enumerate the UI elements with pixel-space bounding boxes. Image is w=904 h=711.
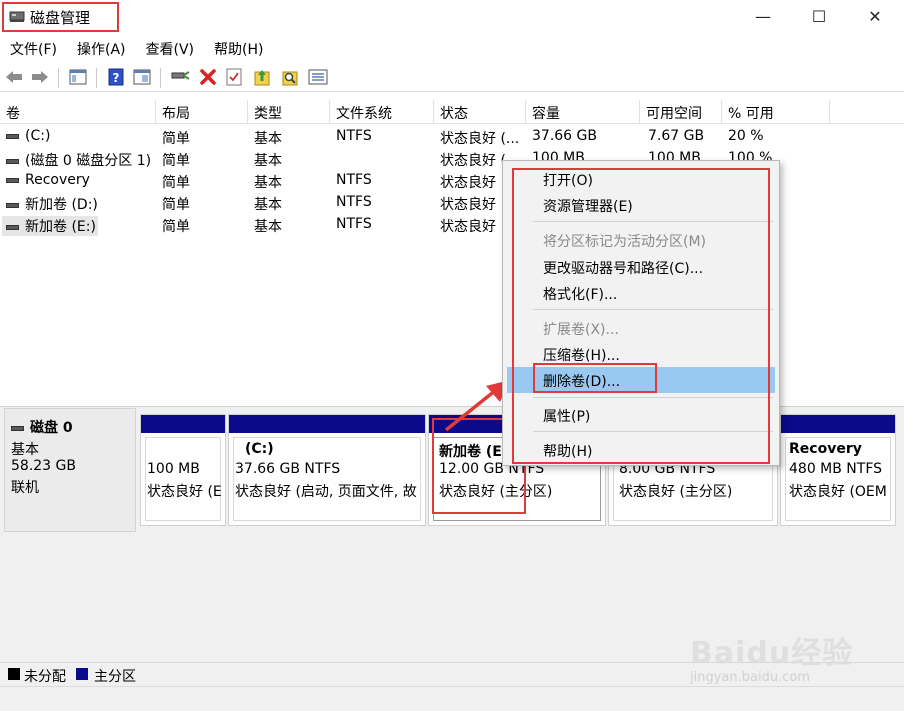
legend-swatch-unallocated: [8, 668, 20, 680]
volume-layout: 简单: [162, 219, 190, 235]
maximize-button[interactable]: ☐: [796, 0, 842, 32]
volume-filesystem: NTFS: [336, 128, 372, 144]
drive-icon: [6, 177, 19, 183]
partition-recovery[interactable]: Recovery 480 MB NTFS 状态良好 (OEM: [780, 414, 896, 526]
volume-layout: 简单: [162, 131, 190, 147]
volume-layout: 简单: [162, 175, 190, 191]
volume-name: (C:): [25, 128, 51, 144]
volume-name: Recovery: [25, 172, 90, 188]
toolbar: ?: [0, 64, 904, 92]
drive-icon: [6, 224, 19, 230]
partition-title: Recovery: [789, 441, 862, 457]
disk-name: 磁盘 0: [30, 420, 73, 436]
delete-volume-highlight-box: [533, 363, 657, 393]
drive-icon: [6, 158, 19, 164]
menu-file[interactable]: 文件(F): [0, 36, 67, 60]
menu-bar: 文件(F) 操作(A) 查看(V) 帮助(H): [0, 36, 273, 60]
column-header-percent-free[interactable]: % 可用: [722, 100, 830, 124]
volume-list-header: 卷 布局 类型 文件系统 状态 容量 可用空间 % 可用: [0, 100, 904, 124]
volume-layout: 简单: [162, 153, 190, 169]
partition-status: 状态良好 (OEM: [789, 484, 887, 500]
volume-type: 基本: [254, 153, 282, 169]
volume-type: 基本: [254, 219, 282, 235]
volume-free-space: 7.67 GB: [648, 128, 705, 144]
volume-filesystem: NTFS: [336, 172, 372, 188]
status-bar: [0, 686, 904, 711]
partition-title: (C:): [245, 441, 274, 457]
drive-icon: [6, 202, 19, 208]
watermark-brand: Baidu经验: [690, 636, 854, 671]
properties-icon[interactable]: [132, 67, 152, 87]
legend-label-primary: 主分区: [94, 669, 136, 685]
disk-icon: [11, 425, 24, 431]
column-header-status[interactable]: 状态: [434, 100, 526, 124]
disk-size: 58.23 GB: [11, 458, 76, 474]
partition-bar: [229, 415, 425, 433]
delete-icon[interactable]: [198, 67, 218, 87]
partition-size: 480 MB NTFS: [789, 461, 883, 477]
column-header-free-space[interactable]: 可用空间: [640, 100, 722, 124]
watermark-url: jingyan.baidu.com: [690, 670, 810, 685]
close-button[interactable]: ✕: [852, 0, 898, 32]
disk-type: 基本: [11, 442, 39, 458]
partition-bar: [781, 415, 895, 433]
volume-type: 基本: [254, 175, 282, 191]
partition-size: 100 MB: [147, 461, 200, 477]
search-icon[interactable]: [280, 67, 300, 87]
volume-percent-free: 20 %: [728, 128, 764, 144]
partition-c[interactable]: (C:) 37.66 GB NTFS 状态良好 (启动, 页面文件, 故: [228, 414, 426, 526]
toolbar-separator: [58, 68, 59, 88]
volume-filesystem: NTFS: [336, 216, 372, 232]
minimize-button[interactable]: —: [740, 0, 786, 32]
column-header-volume[interactable]: 卷: [0, 100, 156, 124]
volume-type: 基本: [254, 197, 282, 213]
upload-icon[interactable]: [252, 67, 272, 87]
title-bar: 磁盘管理 — ☐ ✕: [0, 0, 904, 34]
partition-size: 37.66 GB NTFS: [235, 461, 341, 477]
disk-0-label[interactable]: 磁盘 0 基本 58.23 GB 联机: [4, 408, 136, 532]
legend-swatch-primary: [76, 668, 88, 680]
column-header-capacity[interactable]: 容量: [526, 100, 640, 124]
console-tree-icon[interactable]: [68, 67, 88, 87]
partition-status: 状态良好 (启动, 页面文件, 故: [235, 484, 417, 500]
partition-bar: [141, 415, 225, 433]
svg-text:?: ?: [113, 71, 120, 85]
context-menu-highlight-box: [512, 168, 770, 464]
legend-label-unallocated: 未分配: [24, 669, 66, 685]
partition-status: 状态良好 (主分区): [619, 484, 733, 500]
forward-arrow-icon[interactable]: [30, 67, 50, 87]
help-icon[interactable]: ?: [106, 67, 126, 87]
partition-status: 状态良好 (E: [147, 484, 222, 500]
toolbar-separator: [160, 68, 161, 88]
table-row[interactable]: (C:) 简单 基本 NTFS 状态良好 (... 37.66 GB 7.67 …: [0, 126, 904, 148]
volume-capacity: 37.66 GB: [532, 128, 597, 144]
list-icon[interactable]: [308, 67, 328, 87]
menu-view[interactable]: 查看(V): [136, 36, 205, 60]
volume-name: 新加卷 (E:): [25, 219, 96, 235]
volume-name: 新加卷 (D:): [25, 197, 98, 213]
partition-system-reserved[interactable]: 100 MB 状态良好 (E: [140, 414, 226, 526]
title-highlight-box: [2, 2, 119, 32]
menu-help[interactable]: 帮助(H): [204, 36, 273, 60]
volume-status: 状态良好 (...: [440, 131, 520, 147]
drive-icon: [6, 133, 19, 139]
volume-layout: 简单: [162, 197, 190, 213]
menu-action[interactable]: 操作(A): [67, 36, 136, 60]
disk-state: 联机: [11, 480, 39, 496]
back-arrow-icon[interactable]: [4, 67, 24, 87]
connect-icon[interactable]: [170, 67, 190, 87]
volume-name: (磁盘 0 磁盘分区 1): [25, 153, 152, 169]
column-header-filesystem[interactable]: 文件系统: [330, 100, 434, 124]
toolbar-separator: [96, 68, 97, 88]
column-header-type[interactable]: 类型: [248, 100, 330, 124]
volume-filesystem: NTFS: [336, 194, 372, 210]
column-header-layout[interactable]: 布局: [156, 100, 248, 124]
volume-type: 基本: [254, 131, 282, 147]
check-icon[interactable]: [224, 67, 244, 87]
